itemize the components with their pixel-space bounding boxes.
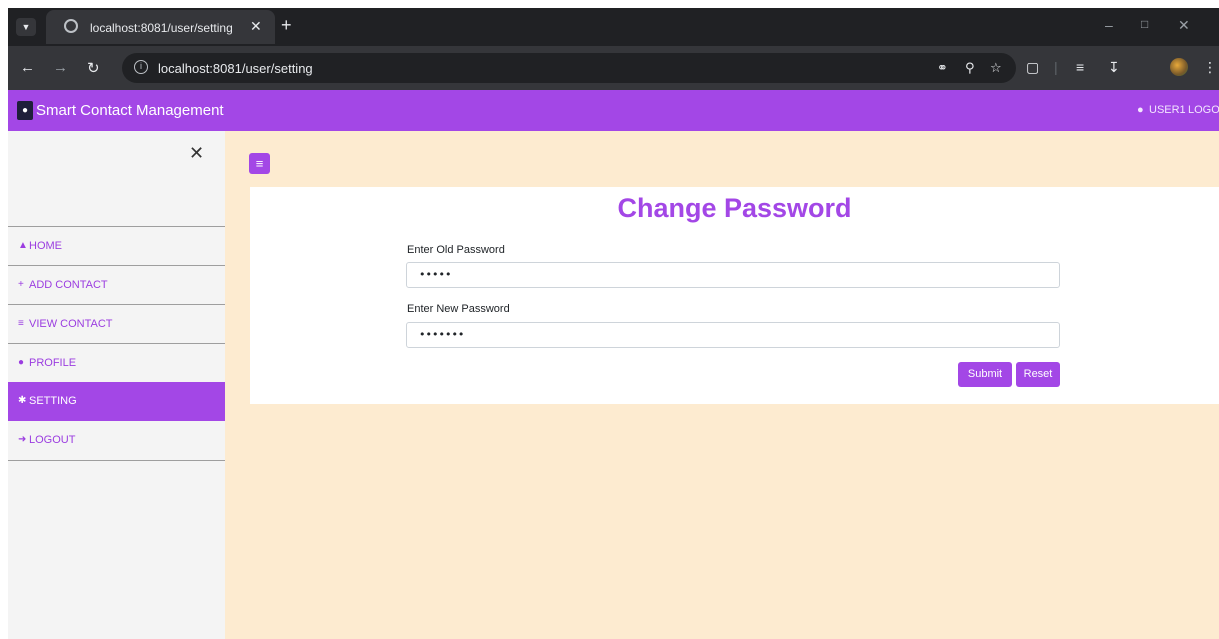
new-password-label: Enter New Password — [407, 303, 510, 315]
contact-book-icon: ● — [17, 101, 33, 120]
close-icon[interactable]: ✕ — [189, 143, 204, 164]
close-icon[interactable]: ✕ — [250, 18, 262, 35]
zoom-icon[interactable]: ⚲ — [965, 60, 975, 76]
menu-icon[interactable]: ⋮ — [1203, 59, 1217, 76]
reset-button[interactable]: Reset — [1016, 362, 1060, 387]
address-toolbar: ← → ↻ i localhost:8081/user/setting ⚭ ⚲ … — [8, 46, 1219, 90]
navbar-logout-link[interactable]: LOGOUT — [1188, 104, 1219, 116]
reading-list-icon[interactable]: ≡ — [1076, 59, 1084, 75]
reload-icon[interactable]: ↻ — [87, 59, 100, 77]
forward-icon[interactable]: → — [53, 59, 68, 76]
sidebar-item-logout[interactable]: ➜ LOGOUT — [8, 421, 225, 460]
close-window-icon[interactable]: ✕ — [1178, 17, 1190, 34]
navbar-username[interactable]: USER1 — [1149, 104, 1186, 116]
tab-list-icon[interactable]: ▼ — [16, 18, 36, 36]
sidebar-item-label: VIEW CONTACT — [29, 318, 113, 330]
plus-icon[interactable]: + — [281, 15, 292, 36]
globe-icon — [64, 19, 78, 33]
download-icon[interactable]: ↧ — [1108, 59, 1120, 76]
gear-icon: ✱ — [18, 395, 27, 406]
sidebar-item-add-contact[interactable]: + ADD CONTACT — [8, 265, 225, 304]
sidebar-item-label: ADD CONTACT — [29, 279, 108, 291]
plus-icon: + — [18, 279, 24, 290]
extensions-icon[interactable]: ▢ — [1026, 59, 1039, 76]
new-password-field[interactable]: ••••••• — [406, 322, 1060, 348]
minimize-icon[interactable]: – — [1105, 17, 1113, 33]
user-icon: ● — [1137, 104, 1144, 116]
key-icon[interactable]: ⚭ — [937, 60, 948, 76]
sidebar-divider — [8, 460, 225, 461]
old-password-field[interactable]: ••••• — [406, 262, 1060, 288]
sidebar-item-label: PROFILE — [29, 357, 77, 369]
sidebar-item-label: LOGOUT — [29, 434, 76, 446]
info-icon[interactable]: i — [134, 60, 148, 74]
profile-icon[interactable] — [1170, 58, 1188, 76]
sidebar-item-profile[interactable]: ● PROFILE — [8, 343, 225, 382]
browser-tab[interactable]: localhost:8081/user/setting ✕ — [46, 10, 275, 44]
home-icon: ▲ — [18, 240, 28, 251]
sidebar-item-label: HOME — [29, 240, 62, 252]
app-navbar: ● Smart Contact Management ● USER1 LOGOU… — [8, 90, 1219, 131]
divider: | — [1054, 59, 1058, 75]
url-text[interactable]: localhost:8081/user/setting — [158, 61, 313, 76]
restore-icon[interactable]: □ — [1141, 17, 1148, 31]
sidebar-item-setting[interactable]: ✱ SETTING — [8, 382, 225, 421]
submit-button[interactable]: Submit — [958, 362, 1012, 387]
omnibox[interactable]: i localhost:8081/user/setting ⚭ ⚲ ☆ — [122, 53, 1016, 83]
user-icon: ● — [18, 357, 25, 368]
tab-title: localhost:8081/user/setting — [90, 21, 233, 35]
sign-out-icon: ➜ — [18, 434, 27, 445]
sidebar-item-view-contact[interactable]: ≡ VIEW CONTACT — [8, 304, 225, 343]
list-icon: ≡ — [18, 318, 24, 329]
main-content: ≡ Change Password Enter Old Password •••… — [225, 131, 1219, 639]
app-brand[interactable]: Smart Contact Management — [36, 102, 224, 119]
sidebar: ✕ ▲ HOME + ADD CONTACT ≡ VIEW CONTACT ● … — [8, 131, 225, 639]
old-password-label: Enter Old Password — [407, 244, 505, 256]
browser-tab-strip: ▼ localhost:8081/user/setting ✕ + – □ ✕ — [8, 8, 1219, 46]
hamburger-icon[interactable]: ≡ — [249, 153, 270, 174]
sidebar-item-home[interactable]: ▲ HOME — [8, 226, 225, 265]
sidebar-item-label: SETTING — [29, 395, 77, 407]
back-icon[interactable]: ← — [20, 59, 35, 76]
page-title: Change Password — [617, 193, 852, 223]
star-icon[interactable]: ☆ — [990, 60, 1002, 76]
change-password-card: Change Password Enter Old Password •••••… — [250, 187, 1219, 404]
